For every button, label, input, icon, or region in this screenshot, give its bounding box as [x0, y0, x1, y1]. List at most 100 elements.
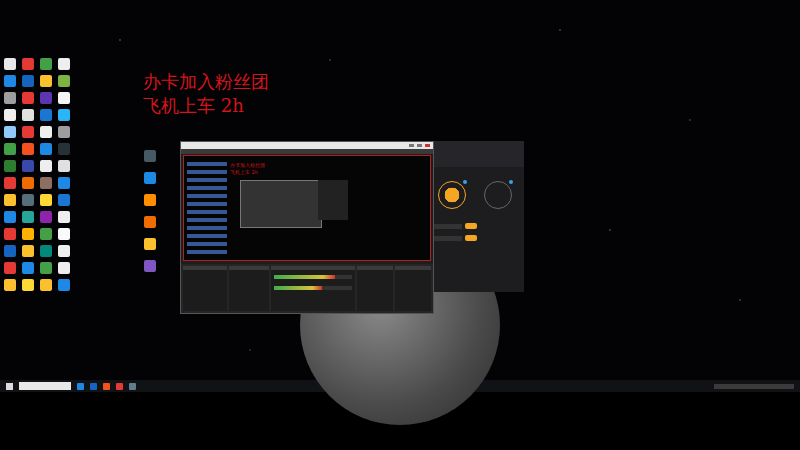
obs-preview: 办卡加入粉丝团飞机上车 2h — [181, 154, 433, 264]
desktop-app-icon[interactable] — [40, 143, 52, 155]
desktop-app-icon[interactable] — [144, 216, 156, 228]
preview-window — [318, 180, 348, 220]
desktop-app-icon[interactable] — [40, 245, 52, 257]
audio-meter[interactable] — [274, 275, 352, 279]
side-field[interactable] — [432, 236, 462, 241]
desktop-app-icon[interactable] — [4, 177, 16, 189]
desktop-app-icon[interactable] — [58, 109, 70, 121]
desktop-app-icon[interactable] — [58, 262, 70, 274]
desktop-app-icon[interactable] — [58, 92, 70, 104]
taskbar-app-icon[interactable] — [90, 383, 97, 390]
desktop-app-icon[interactable] — [4, 109, 16, 121]
side-row — [432, 223, 524, 229]
taskbar-app-icon[interactable] — [129, 383, 136, 390]
panel-header — [357, 266, 393, 270]
desktop-app-icon[interactable] — [58, 211, 70, 223]
desktop-app-icon[interactable] — [58, 75, 70, 87]
desktop-app-icon[interactable] — [22, 177, 34, 189]
mixer-panel — [271, 266, 355, 311]
side-field[interactable] — [432, 224, 462, 229]
desktop-app-icon[interactable] — [144, 150, 156, 162]
desktop-app-icon[interactable] — [22, 160, 34, 172]
overlay-line: 办卡加入粉丝团 — [143, 70, 269, 94]
desktop-app-icon[interactable] — [4, 58, 16, 70]
desktop-app-icon[interactable] — [40, 228, 52, 240]
desktop-app-icon[interactable] — [40, 92, 52, 104]
desktop-app-icon[interactable] — [40, 160, 52, 172]
desktop-app-icon[interactable] — [22, 262, 34, 274]
minimize-icon[interactable] — [409, 144, 414, 147]
side-button[interactable] — [465, 223, 477, 229]
desktop-app-icon[interactable] — [4, 143, 16, 155]
desktop-app-icon[interactable] — [40, 211, 52, 223]
desktop-icons — [4, 58, 70, 291]
desktop-app-icon[interactable] — [58, 177, 70, 189]
desktop-icons-column — [144, 150, 156, 272]
desktop-app-icon[interactable] — [58, 245, 70, 257]
preview-window — [240, 180, 322, 228]
desktop-app-icon[interactable] — [4, 279, 16, 291]
desktop-app-icon[interactable] — [40, 75, 52, 87]
close-icon[interactable] — [425, 144, 430, 147]
desktop-app-icon[interactable] — [22, 92, 34, 104]
desktop-app-icon[interactable] — [40, 58, 52, 70]
desktop-app-icon[interactable] — [22, 211, 34, 223]
preview-icons — [187, 162, 227, 254]
meter-fill — [274, 275, 335, 279]
taskbar-app-icon[interactable] — [116, 383, 123, 390]
desktop-app-icon[interactable] — [58, 228, 70, 240]
preview-line: 飞机上车 2h — [230, 169, 265, 176]
desktop-app-icon[interactable] — [22, 194, 34, 206]
desktop-app-icon[interactable] — [58, 160, 70, 172]
side-window-titlebar — [424, 141, 524, 167]
desktop-app-icon[interactable] — [40, 262, 52, 274]
maximize-icon[interactable] — [417, 144, 422, 147]
desktop-app-icon[interactable] — [40, 109, 52, 121]
desktop-app-icon[interactable] — [4, 75, 16, 87]
desktop-app-icon[interactable] — [4, 92, 16, 104]
desktop-app-icon[interactable] — [22, 58, 34, 70]
desktop-app-icon[interactable] — [58, 279, 70, 291]
side-window[interactable] — [424, 141, 524, 292]
dial-toggle[interactable] — [484, 181, 512, 209]
desktop-app-icon[interactable] — [40, 194, 52, 206]
desktop-app-icon[interactable] — [4, 194, 16, 206]
start-icon[interactable] — [6, 383, 13, 390]
desktop-app-icon[interactable] — [144, 194, 156, 206]
desktop-app-icon[interactable] — [22, 109, 34, 121]
audio-meter[interactable] — [274, 286, 352, 290]
desktop-app-icon[interactable] — [22, 143, 34, 155]
desktop-app-icon[interactable] — [40, 177, 52, 189]
desktop-app-icon[interactable] — [4, 126, 16, 138]
preview-canvas: 办卡加入粉丝团飞机上车 2h — [183, 155, 431, 261]
side-button[interactable] — [465, 235, 477, 241]
desktop-app-icon[interactable] — [22, 228, 34, 240]
desktop-app-icon[interactable] — [144, 238, 156, 250]
desktop-app-icon[interactable] — [22, 75, 34, 87]
dial-toggle[interactable] — [438, 181, 466, 209]
desktop-app-icon[interactable] — [40, 279, 52, 291]
taskbar-search[interactable] — [19, 382, 71, 390]
desktop-app-icon[interactable] — [4, 211, 16, 223]
desktop-app-icon[interactable] — [4, 160, 16, 172]
desktop-app-icon[interactable] — [58, 194, 70, 206]
obs-dock — [181, 264, 433, 313]
taskbar-app-icon[interactable] — [103, 383, 110, 390]
desktop-app-icon[interactable] — [22, 279, 34, 291]
desktop-app-icon[interactable] — [4, 262, 16, 274]
desktop-app-icon[interactable] — [40, 126, 52, 138]
overlay-line: 飞机上车 2h — [143, 94, 269, 118]
desktop-app-icon[interactable] — [4, 228, 16, 240]
desktop-app-icon[interactable] — [22, 126, 34, 138]
obs-titlebar — [181, 142, 433, 149]
taskbar-app-icon[interactable] — [77, 383, 84, 390]
desktop-app-icon[interactable] — [4, 245, 16, 257]
desktop-app-icon[interactable] — [58, 143, 70, 155]
scenes-panel — [183, 266, 227, 311]
desktop-app-icon[interactable] — [144, 260, 156, 272]
desktop-app-icon[interactable] — [144, 172, 156, 184]
desktop-app-icon[interactable] — [22, 245, 34, 257]
obs-window[interactable]: 办卡加入粉丝团飞机上车 2h — [180, 141, 434, 314]
desktop-app-icon[interactable] — [58, 58, 70, 70]
desktop-app-icon[interactable] — [58, 126, 70, 138]
